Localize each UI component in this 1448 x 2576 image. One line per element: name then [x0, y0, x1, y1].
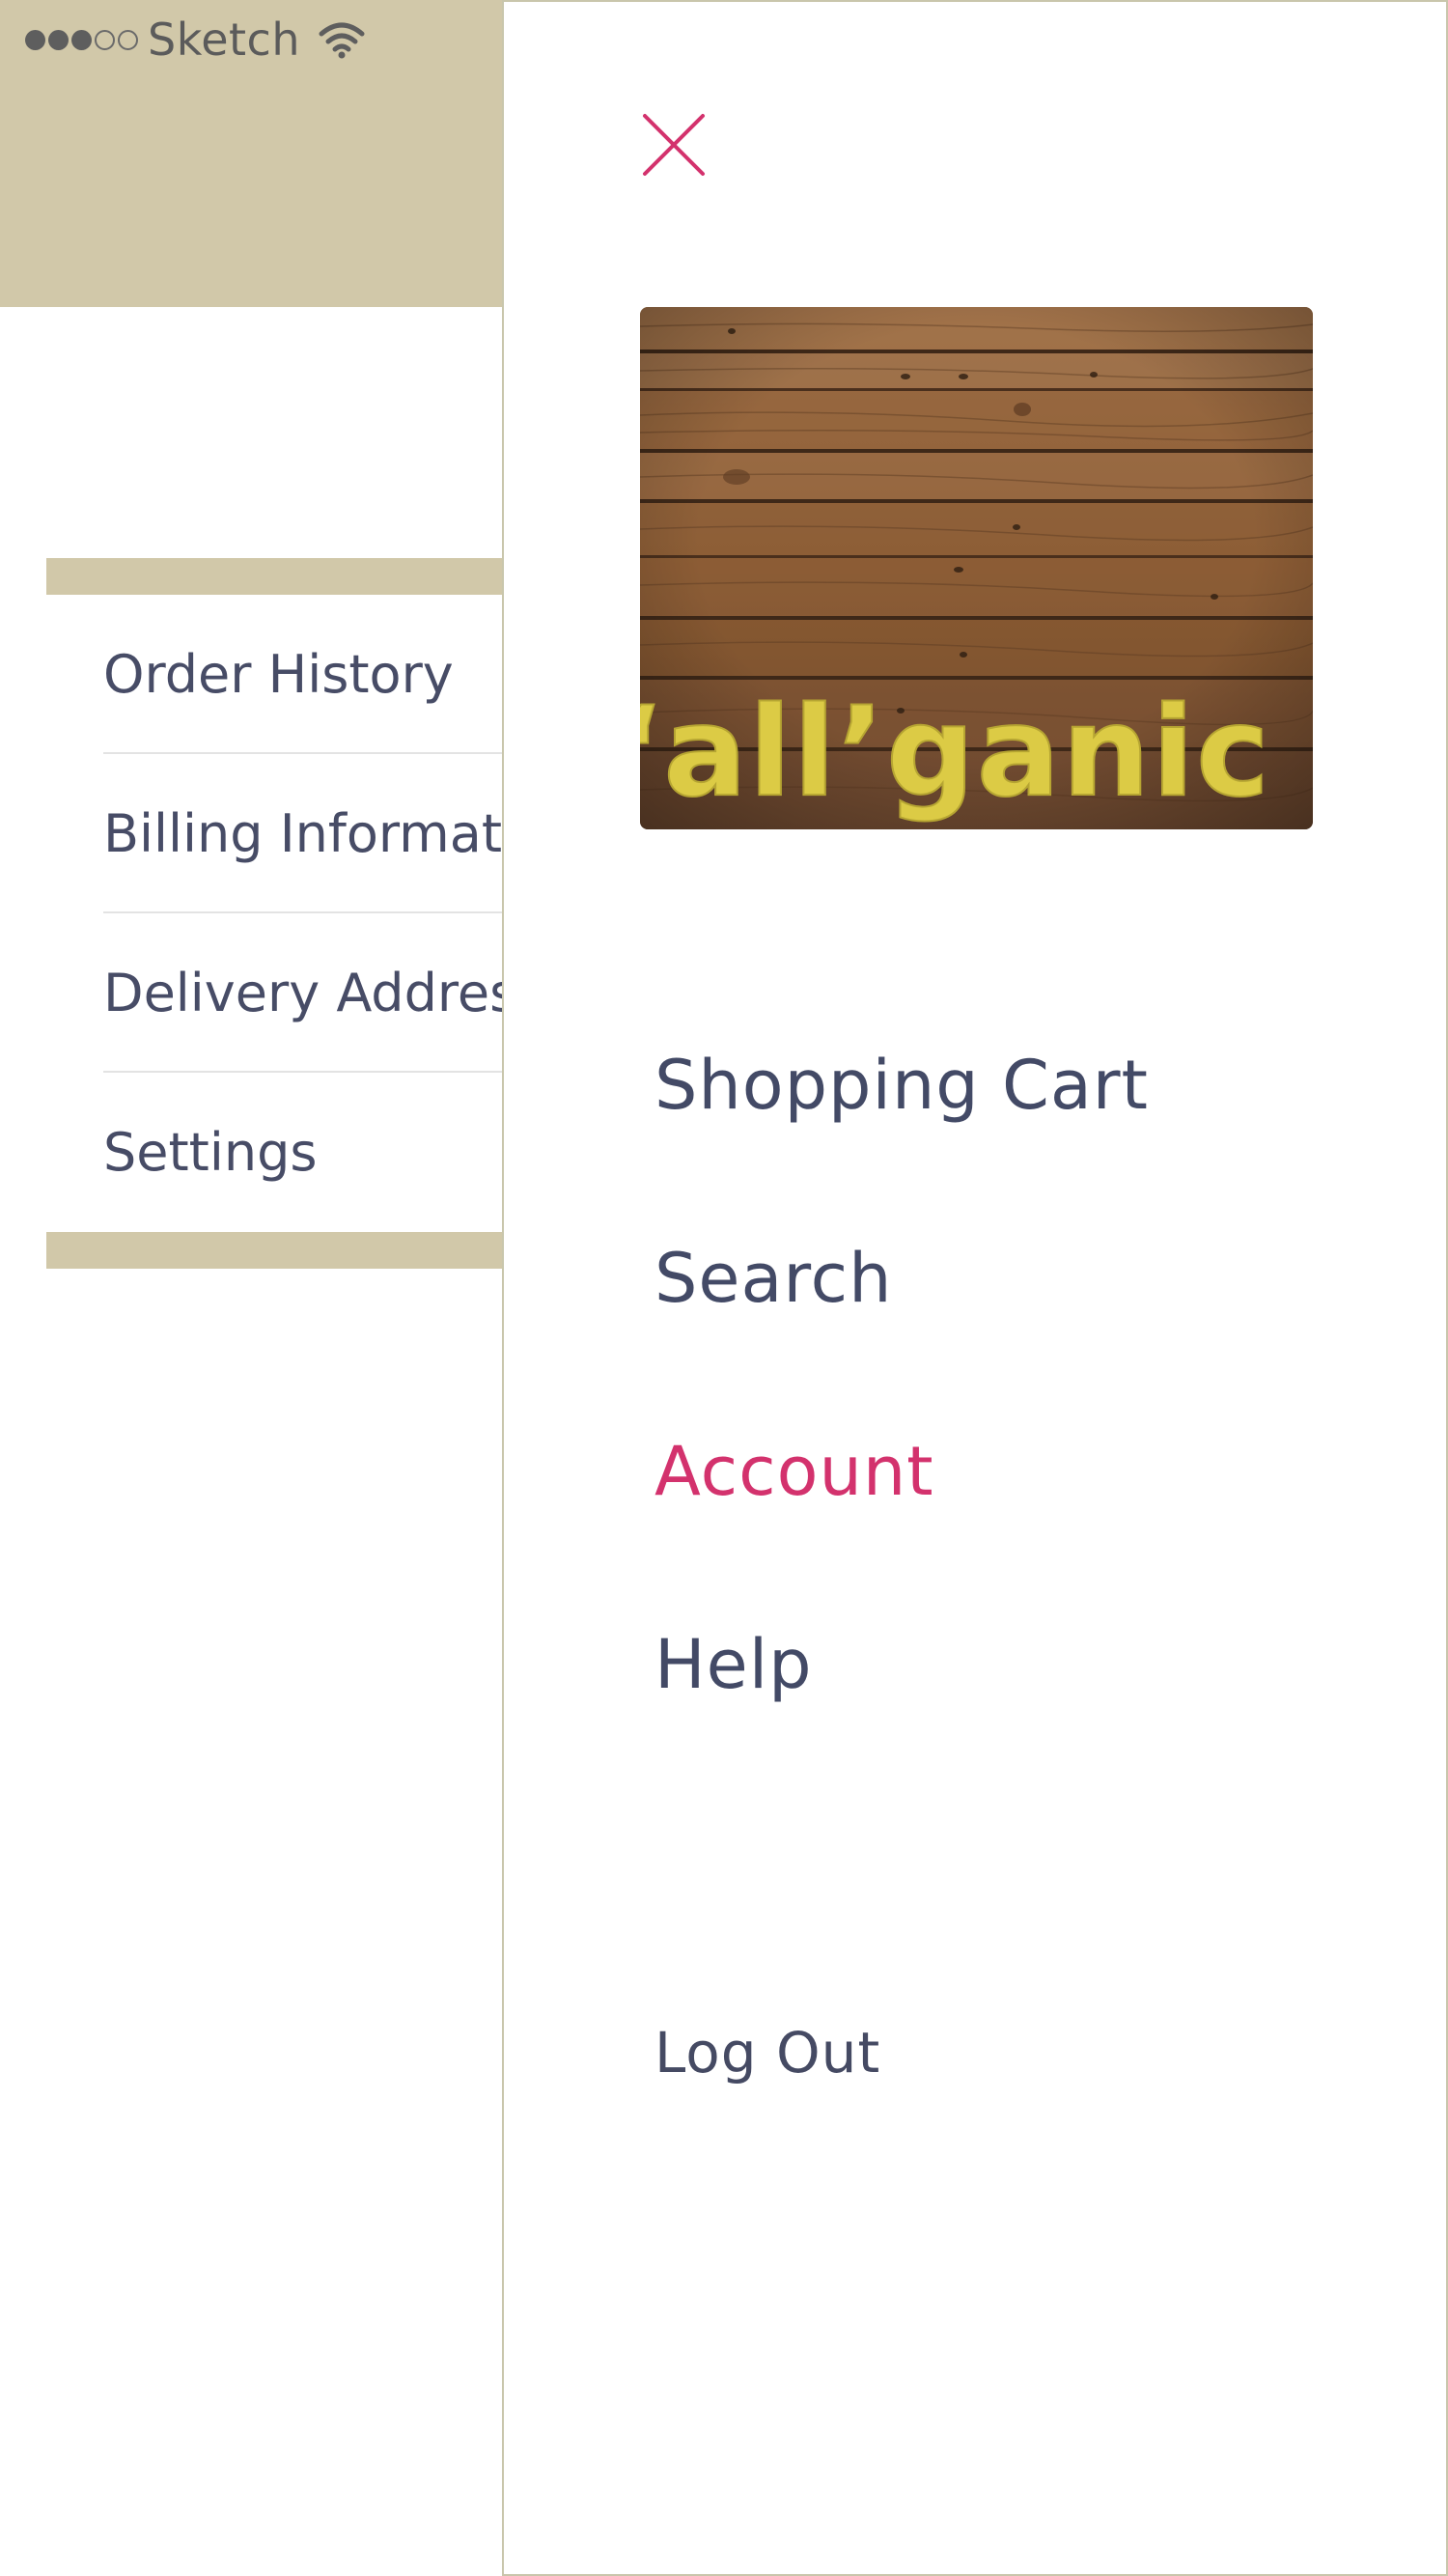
- close-button[interactable]: [639, 110, 709, 180]
- status-bar: Sketch: [25, 10, 366, 70]
- menu-item-help[interactable]: Help: [654, 1576, 1388, 1769]
- menu-item-search[interactable]: Search: [654, 1190, 1388, 1383]
- account-item-label: Settings: [103, 1122, 318, 1183]
- drawer-menu: Shopping Cart Search Account Help: [654, 996, 1388, 1769]
- account-item-label: Delivery Address: [103, 963, 544, 1023]
- wifi-icon: [318, 20, 366, 59]
- navigation-drawer: ‘all’ganic Shopping Cart Search Account …: [502, 0, 1448, 2576]
- menu-item-shopping-cart[interactable]: Shopping Cart: [654, 996, 1388, 1190]
- close-icon: [643, 114, 705, 176]
- signal-dots-icon: [25, 29, 138, 50]
- logout-button[interactable]: Log Out: [654, 2020, 880, 2086]
- carrier-label: Sketch: [148, 14, 300, 66]
- brand-logo-text: ‘all’ganic: [640, 681, 1271, 825]
- brand-logo-image: ‘all’ganic: [640, 307, 1313, 829]
- account-item-label: Order History: [103, 644, 454, 705]
- menu-item-account[interactable]: Account: [654, 1383, 1388, 1576]
